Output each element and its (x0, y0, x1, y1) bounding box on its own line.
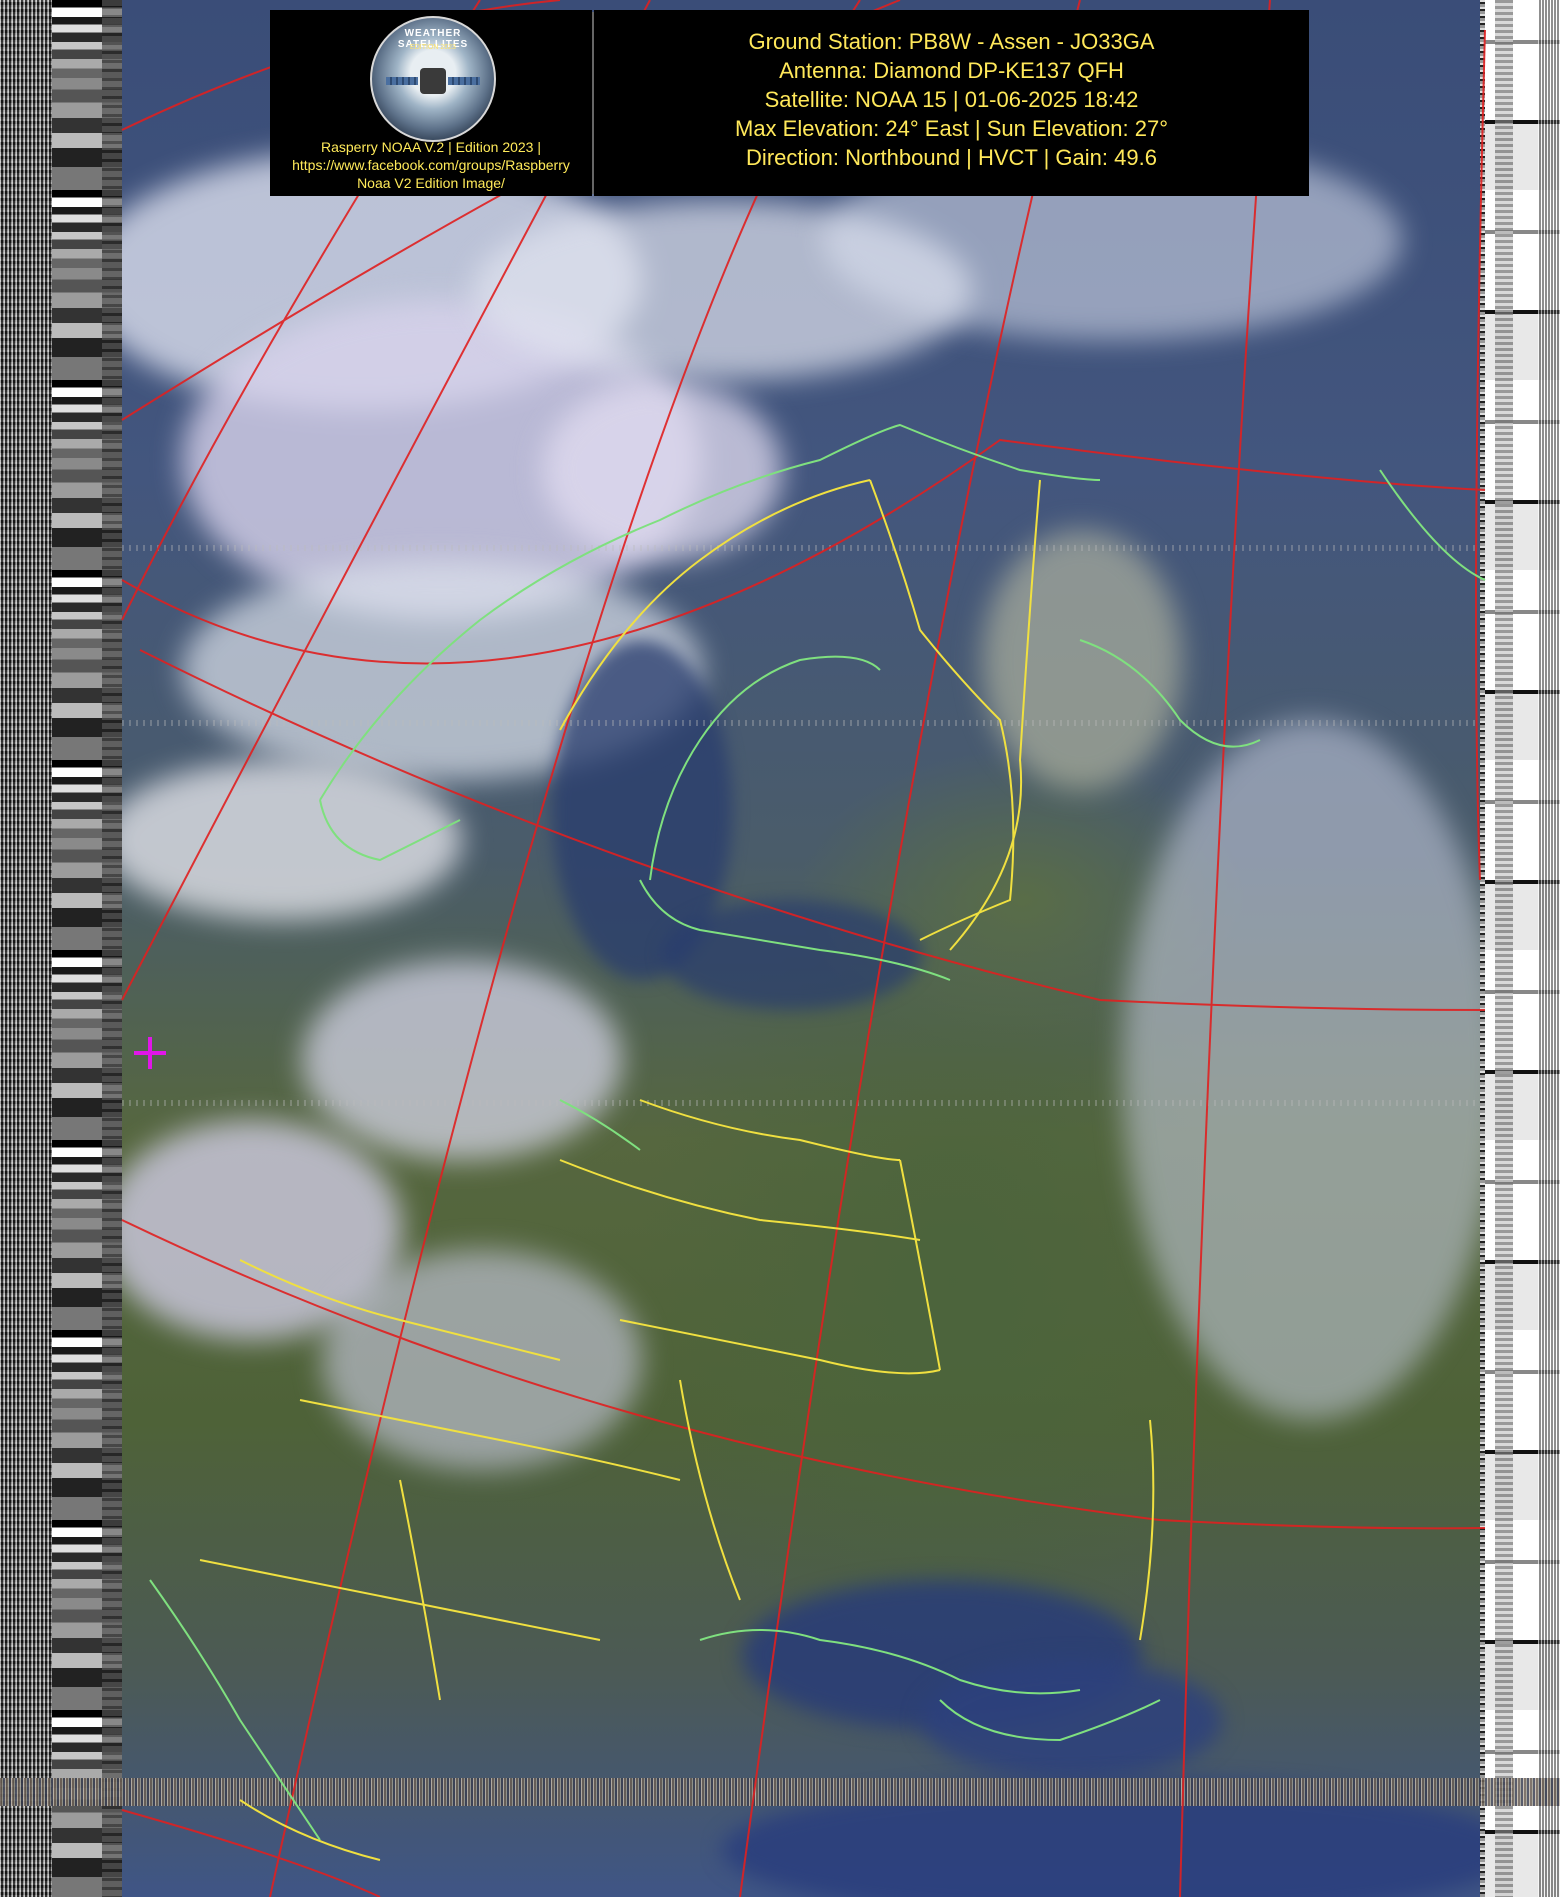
country-borders (199, 479, 1155, 1861)
satellite-line: Satellite: NOAA 15 | 01-06-2025 18:42 (764, 87, 1139, 112)
credit-text: Rasperry NOAA V.2 | Edition 2023 | https… (270, 138, 592, 192)
header-logo-panel: WEATHER SATELLITES EDITION 2023 Rasperry… (270, 10, 592, 196)
credit-line: https://www.facebook.com/groups/Raspberr… (292, 157, 570, 173)
header-info-panel: Ground Station: PB8W - Assen - JO33GA An… (594, 10, 1309, 196)
credit-line: Rasperry NOAA V.2 | Edition 2023 | (321, 139, 541, 155)
credit-line: Noaa V2 Edition Image/ (357, 175, 505, 191)
weather-satellites-logo: WEATHER SATELLITES EDITION 2023 (370, 16, 496, 142)
ground-station-line: Ground Station: PB8W - Assen - JO33GA (748, 29, 1155, 54)
direction-line: Direction: Northbound | HVCT | Gain: 49.… (746, 145, 1157, 170)
graticule (121, 0, 1486, 1897)
ground-station-cross-icon (134, 1037, 166, 1069)
antenna-line: Antenna: Diamond DP-KE137 QFH (779, 58, 1124, 83)
logo-subtitle: EDITION 2023 (410, 44, 456, 51)
coastlines (149, 423, 1486, 1841)
elevation-line: Max Elevation: 24° East | Sun Elevation:… (735, 116, 1168, 141)
map-overlay (121, 0, 1486, 1897)
satellite-icon (386, 68, 480, 94)
